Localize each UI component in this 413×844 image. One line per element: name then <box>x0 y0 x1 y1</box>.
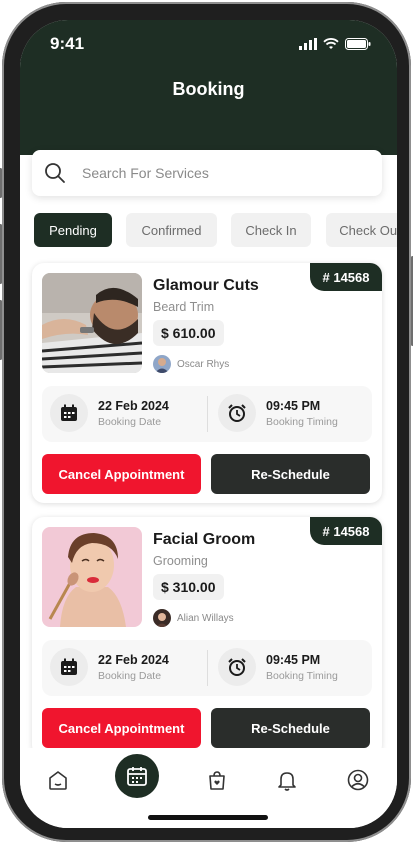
status-tabs: Pending Confirmed Check In Check Out <box>34 213 397 247</box>
salon-photo <box>42 273 142 373</box>
calendar-icon <box>50 648 88 686</box>
salon-name: Facial Groom <box>153 531 256 548</box>
header: 9:41 Booking <box>20 20 397 155</box>
alarm-clock-icon <box>218 394 256 432</box>
date-value: 22 Feb 2024 <box>98 652 169 667</box>
booking-date: 22 Feb 2024 Booking Date <box>50 648 169 686</box>
salon-name: Glamour Cuts <box>153 277 259 294</box>
battery-icon <box>345 37 371 55</box>
search-input[interactable] <box>80 164 354 182</box>
stylist: Oscar Rhys <box>153 355 229 373</box>
wifi-icon <box>323 37 339 55</box>
reschedule-button[interactable]: Re-Schedule <box>211 454 370 494</box>
shopping-bag-icon[interactable] <box>203 766 231 794</box>
tab-check-out[interactable]: Check Out <box>326 213 397 247</box>
date-label: Booking Date <box>98 669 162 682</box>
divider <box>207 396 208 432</box>
time-value: 09:45 PM <box>266 652 321 667</box>
status-time: 9:41 <box>50 34 85 53</box>
side-button <box>0 224 2 284</box>
profile-icon[interactable] <box>344 766 372 794</box>
booking-id-badge: # 14568 <box>310 263 382 291</box>
bell-icon[interactable] <box>273 766 301 794</box>
stylist-name: Oscar Rhys <box>177 358 230 370</box>
cancel-appointment-button[interactable]: Cancel Appointment <box>42 708 201 748</box>
search-bar[interactable] <box>32 150 382 196</box>
cancel-appointment-button[interactable]: Cancel Appointment <box>42 454 201 494</box>
time-value: 09:45 PM <box>266 398 321 413</box>
booking-info: 22 Feb 2024 Booking Date 09:45 PM Bookin… <box>42 640 372 696</box>
tab-pending[interactable]: Pending <box>34 213 112 247</box>
side-button <box>0 300 2 360</box>
screen: 9:41 Booking Search For Services Pending… <box>20 20 397 828</box>
time-label: Booking Timing <box>266 669 338 682</box>
service-name: Grooming <box>153 554 208 568</box>
booking-info: 22 Feb 2024 Booking Date 09:45 PM Bookin… <box>42 386 372 442</box>
status-icons <box>299 37 371 55</box>
main-content: Pending Confirmed Check In Check Out # 1… <box>20 150 397 757</box>
page-title: Booking <box>172 79 245 99</box>
calendar-icon <box>50 394 88 432</box>
salon-photo <box>42 527 142 627</box>
tab-confirmed[interactable]: Confirmed <box>126 213 217 247</box>
reschedule-button[interactable]: Re-Schedule <box>211 708 370 748</box>
booking-date: 22 Feb 2024 Booking Date <box>50 394 169 432</box>
signal-icon <box>299 37 317 55</box>
calendar-icon[interactable] <box>115 754 159 798</box>
phone-frame: 9:41 Booking Search For Services Pending… <box>0 2 413 842</box>
side-button <box>0 168 2 198</box>
home-indicator <box>148 815 268 820</box>
booking-time: 09:45 PM Booking Timing <box>218 394 338 432</box>
booking-card[interactable]: # 14568 Facial Groom Grooming $ 310.00 A… <box>32 517 382 757</box>
date-label: Booking Date <box>98 415 162 428</box>
booking-time: 09:45 PM Booking Timing <box>218 648 338 686</box>
avatar <box>153 609 171 627</box>
alarm-clock-icon <box>218 648 256 686</box>
status-bar: 9:41 <box>20 34 397 60</box>
search-icon <box>44 162 66 184</box>
booking-id-badge: # 14568 <box>310 517 382 545</box>
service-name: Beard Trim <box>153 300 215 314</box>
stylist: Alian Willays <box>153 609 234 627</box>
time-label: Booking Timing <box>266 415 338 428</box>
stylist-name: Alian Willays <box>177 612 234 624</box>
tab-check-in[interactable]: Check In <box>231 213 311 247</box>
home-icon[interactable] <box>44 766 72 794</box>
date-value: 22 Feb 2024 <box>98 398 169 413</box>
booking-card[interactable]: # 14568 Glamour Cuts Beard Trim $ 610.00… <box>32 263 382 503</box>
divider <box>207 650 208 686</box>
avatar <box>153 355 171 373</box>
price-tag: $ 310.00 <box>153 574 224 600</box>
price-tag: $ 610.00 <box>153 320 224 346</box>
